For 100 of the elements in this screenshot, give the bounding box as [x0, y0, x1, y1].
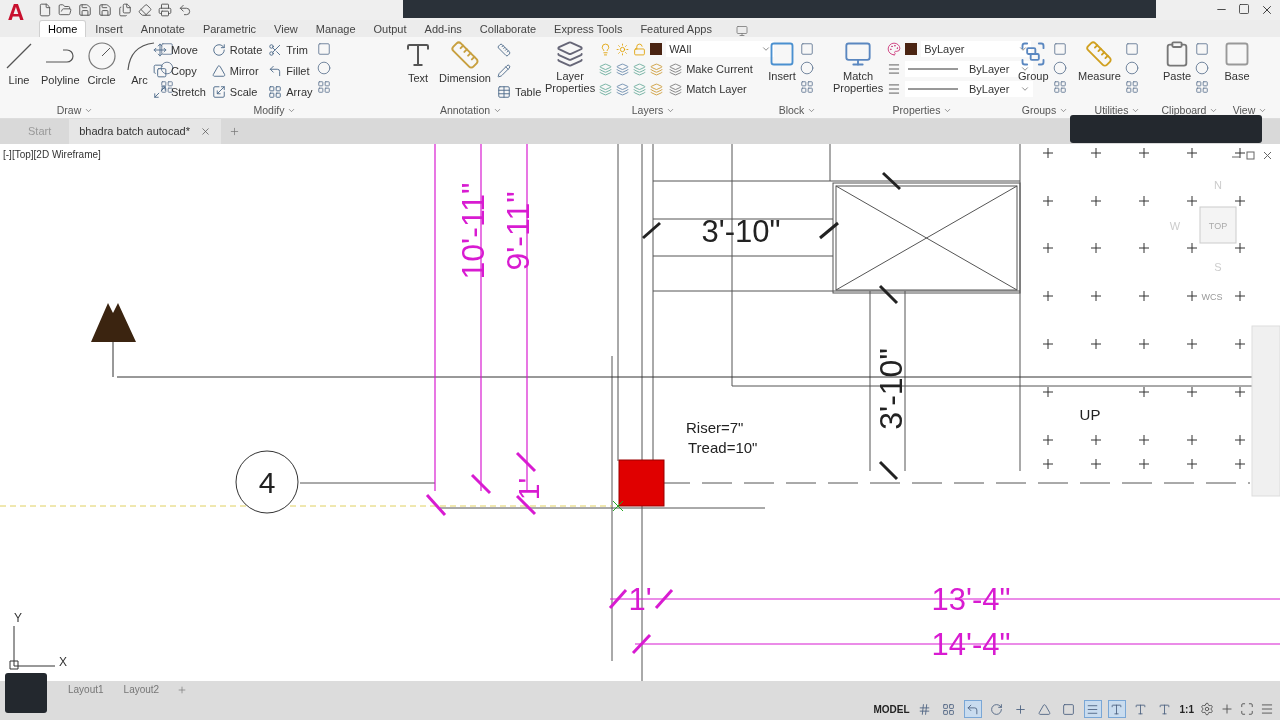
file-tab-label: bhadra batch autocad* — [79, 125, 190, 138]
panel-title: View — [1232, 104, 1256, 116]
panel-title: Modify — [253, 104, 285, 116]
snap-icon — [942, 702, 956, 716]
status-toggle[interactable] — [1083, 700, 1102, 719]
toolbar-button[interactable] — [98, 3, 112, 17]
status-toggle[interactable] — [963, 700, 982, 719]
file-tab[interactable]: bhadra batch autocad* — [69, 118, 221, 144]
ribbon-tool[interactable]: Paste — [1161, 39, 1194, 82]
ribbon-tool[interactable]: Make Current — [667, 59, 755, 80]
display-icon — [735, 24, 748, 37]
ribbon-tool[interactable]: Text — [401, 39, 435, 84]
toolbar-button[interactable] — [118, 3, 132, 17]
toolbar-button[interactable] — [735, 24, 748, 37]
color-swatch — [650, 43, 663, 56]
dimension-text: 10'-11" — [455, 182, 491, 280]
panel-title: Properties — [892, 104, 941, 116]
rectangle-icon — [800, 41, 814, 56]
ortho-icon — [966, 702, 980, 716]
dimension-text: 9'-11" — [500, 191, 536, 271]
layers-icon — [556, 39, 585, 68]
toolbar-button[interactable] — [178, 3, 192, 17]
axis-label: Y — [14, 610, 22, 625]
ribbon-tool[interactable]: Line — [1, 39, 37, 86]
elevation-marker-icon — [91, 302, 136, 342]
note-text: Riser=7" — [686, 418, 744, 436]
square-marker[interactable] — [618, 459, 665, 507]
minimize-icon[interactable] — [1231, 156, 1241, 158]
layer-icon — [650, 82, 664, 96]
panel-title: Groups — [1021, 104, 1057, 116]
viewport-label[interactable]: [-][Top][2D Wireframe] — [3, 148, 101, 160]
lineweight-icon — [887, 62, 902, 77]
ribbon-tool[interactable]: Polyline — [39, 39, 82, 86]
toolbar-button[interactable] — [38, 3, 52, 17]
color-dropdown[interactable]: ByLayer — [921, 41, 1032, 58]
ribbon-tool[interactable]: Trim — [266, 39, 315, 60]
ribbon-tool[interactable] — [159, 41, 174, 56]
layer-icon — [650, 62, 664, 76]
settings-icon — [1200, 702, 1214, 717]
toolbar-button[interactable] — [138, 3, 152, 17]
palette-icon — [887, 42, 902, 57]
circle-icon — [1124, 60, 1139, 75]
close-icon[interactable] — [1263, 151, 1272, 160]
add-tab-icon — [177, 684, 188, 695]
viewcube[interactable] — [1199, 206, 1237, 244]
layer-dropdown[interactable]: WAll — [666, 41, 775, 58]
status-toggle[interactable] — [1107, 700, 1126, 719]
viewcube-label: WCS — [1201, 291, 1223, 302]
ruler-icon — [496, 42, 511, 57]
ribbon-tool[interactable]: Dimension — [437, 39, 493, 84]
dimension-text: 3'-10" — [873, 347, 909, 430]
ribbon-tool[interactable]: Match Properties — [831, 39, 886, 94]
close-icon[interactable] — [199, 125, 211, 137]
toolbar-button[interactable] — [58, 3, 72, 17]
ribbon-tool[interactable]: Fillet — [266, 60, 315, 81]
ribbon-tool[interactable]: Match Layer — [667, 79, 749, 100]
line-sample-icon — [908, 87, 959, 92]
layer-icon — [616, 62, 630, 76]
restore-icon — [1238, 3, 1250, 15]
close-icon — [1260, 3, 1274, 17]
layer-icon — [633, 62, 647, 76]
ribbon-tool[interactable]: Rotate — [209, 39, 265, 60]
line-sample-icon — [908, 67, 959, 72]
ribbon-tool[interactable]: Layer Properties — [543, 39, 598, 94]
note-text: UP — [1079, 405, 1101, 423]
plus-icon — [1220, 702, 1234, 717]
model-label[interactable]: MODEL — [873, 703, 910, 715]
toolbar-button[interactable] — [78, 3, 92, 17]
ruler-icon — [1085, 39, 1114, 68]
polar-icon — [990, 702, 1004, 716]
save-icon — [78, 3, 92, 17]
panel-title: Utilities — [1094, 104, 1129, 116]
annoscale-icon — [1158, 702, 1172, 716]
ribbon-tool[interactable]: Array — [266, 81, 315, 102]
files-icon — [118, 3, 132, 17]
dimension-text: 14'-4" — [931, 626, 1011, 662]
table-icon — [496, 84, 511, 99]
ribbon-tool[interactable]: Circle — [83, 39, 120, 86]
ribbon-tool[interactable]: Base — [1221, 39, 1253, 82]
hatch-icon — [1124, 79, 1139, 94]
ribbon-tab[interactable]: Home — [40, 20, 86, 37]
ribbon-tool[interactable]: Measure — [1076, 39, 1123, 82]
color-swatch — [905, 43, 918, 56]
corner-icon — [268, 63, 283, 78]
restore-icon[interactable] — [1246, 151, 1255, 160]
ribbon-tool[interactable]: Mirror — [209, 60, 265, 81]
viewcube-label: TOP — [1208, 220, 1228, 231]
unlock-icon — [633, 42, 647, 56]
hatch-icon — [1052, 79, 1067, 94]
hatch-icon — [800, 79, 814, 94]
ribbon-tool[interactable]: Scale — [209, 81, 265, 102]
linetype-dropdown[interactable]: ByLayer — [905, 81, 1034, 98]
circle-icon — [85, 39, 118, 72]
rectangle-icon — [1195, 41, 1210, 56]
panel-title: Block — [778, 104, 805, 116]
hatch-icon — [316, 79, 331, 94]
circle-icon — [1195, 60, 1210, 75]
toolbar-button[interactable] — [158, 3, 172, 17]
ribbon-tool[interactable]: Table — [494, 81, 544, 102]
scale-label[interactable]: 1:1 — [1179, 703, 1194, 715]
